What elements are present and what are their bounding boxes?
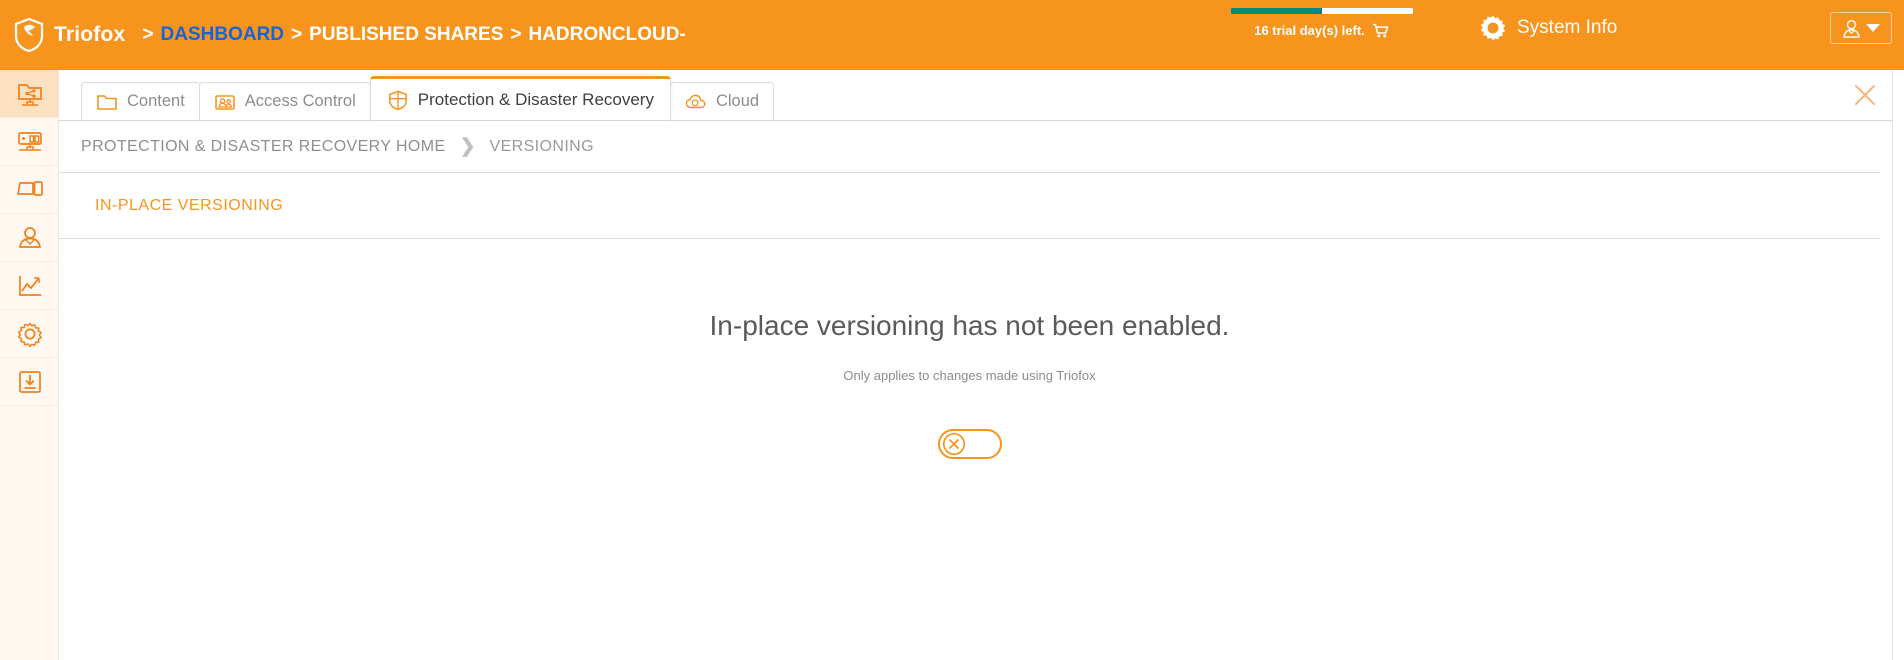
page-title: IN-PLACE VERSIONING xyxy=(95,196,284,214)
tab-label: Protection & Disaster Recovery xyxy=(417,89,654,109)
sidebar-item-settings[interactable] xyxy=(0,310,59,358)
tab-protection-disaster-recovery[interactable]: Protection & Disaster Recovery xyxy=(369,76,671,120)
breadcrumb-separator-2: > xyxy=(510,24,522,45)
download-icon xyxy=(18,370,41,393)
empty-state-headline: In-place versioning has not been enabled… xyxy=(709,310,1230,341)
breadcrumb-pdr-home[interactable]: PROTECTION & DISASTER RECOVERY HOME xyxy=(81,138,446,156)
breadcrumb-versioning: VERSIONING xyxy=(489,137,594,155)
shield-grid-icon xyxy=(388,90,407,110)
page-breadcrumb: PROTECTION & DISASTER RECOVERY HOME ❯ VE… xyxy=(59,121,1880,173)
in-place-versioning-toggle[interactable] xyxy=(937,429,1002,459)
server-icon xyxy=(17,131,42,151)
gear-icon xyxy=(17,322,42,347)
tab-label: Content xyxy=(127,92,185,110)
empty-state: In-place versioning has not been enabled… xyxy=(59,310,1880,459)
breadcrumb-hadroncloud[interactable]: HADRONCLOUD- xyxy=(528,24,685,46)
system-info-button[interactable]: System Info xyxy=(1480,15,1617,41)
sidebar-item-devices[interactable] xyxy=(0,166,59,214)
brand-name: Triofox xyxy=(54,23,126,46)
sidebar-item-users[interactable] xyxy=(0,214,59,262)
top-bar: Triofox > DASHBOARD > PUBLISHED SHARES >… xyxy=(0,0,1904,70)
user-menu-button[interactable] xyxy=(1830,12,1892,44)
gear-icon xyxy=(1480,15,1506,41)
top-breadcrumb: > DASHBOARD > PUBLISHED SHARES > HADRONC… xyxy=(135,24,685,46)
cloud-sync-icon xyxy=(685,94,706,108)
trial-progress-fill xyxy=(1230,8,1322,14)
tab-cloud[interactable]: Cloud xyxy=(669,82,775,120)
trial-progress-bar xyxy=(1230,8,1413,14)
breadcrumb-published-shares[interactable]: PUBLISHED SHARES xyxy=(309,24,503,46)
tab-label: Access Control xyxy=(244,92,356,110)
trial-days-label: 16 trial day(s) left. xyxy=(1254,23,1365,38)
tab-content[interactable]: Content xyxy=(81,82,200,120)
devices-icon xyxy=(16,180,43,196)
breadcrumb-chevron-icon: ❯ xyxy=(459,136,476,157)
shared-folder-icon xyxy=(17,83,42,106)
analytics-chart-icon xyxy=(18,275,41,296)
close-icon[interactable] xyxy=(1852,82,1878,108)
breadcrumb-dashboard[interactable]: DASHBOARD xyxy=(161,24,285,46)
sidebar-item-downloads[interactable] xyxy=(0,358,59,406)
trial-status: 16 trial day(s) left. xyxy=(1229,8,1414,38)
vertical-scrollbar[interactable] xyxy=(1892,70,1904,660)
shield-logo xyxy=(14,18,44,52)
tab-access-control[interactable]: Access Control xyxy=(198,82,371,120)
sidebar-item-reports[interactable] xyxy=(0,262,59,310)
user-card-icon xyxy=(214,94,235,110)
breadcrumb-separator-0: > xyxy=(142,24,154,45)
user-icon xyxy=(18,226,41,248)
left-sidebar xyxy=(0,70,59,660)
tab-bar: Content Access Control Protection & Disa… xyxy=(59,70,1892,121)
user-icon xyxy=(1843,19,1860,38)
x-circle-icon xyxy=(942,432,965,456)
breadcrumb-separator-1: > xyxy=(291,24,303,45)
shopping-cart-icon[interactable] xyxy=(1372,23,1389,38)
brand-area[interactable]: Triofox xyxy=(0,0,125,70)
folder-icon xyxy=(97,94,117,110)
chevron-down-icon xyxy=(1866,24,1880,32)
main-panel: Content Access Control Protection & Disa… xyxy=(59,70,1892,660)
sidebar-item-server[interactable] xyxy=(0,118,59,166)
system-info-label: System Info xyxy=(1517,17,1618,38)
tab-label: Cloud xyxy=(715,92,760,110)
section-header: IN-PLACE VERSIONING xyxy=(59,173,1880,239)
empty-state-subtext: Only applies to changes made using Triof… xyxy=(843,368,1096,383)
sidebar-item-published-shares[interactable] xyxy=(0,70,59,118)
